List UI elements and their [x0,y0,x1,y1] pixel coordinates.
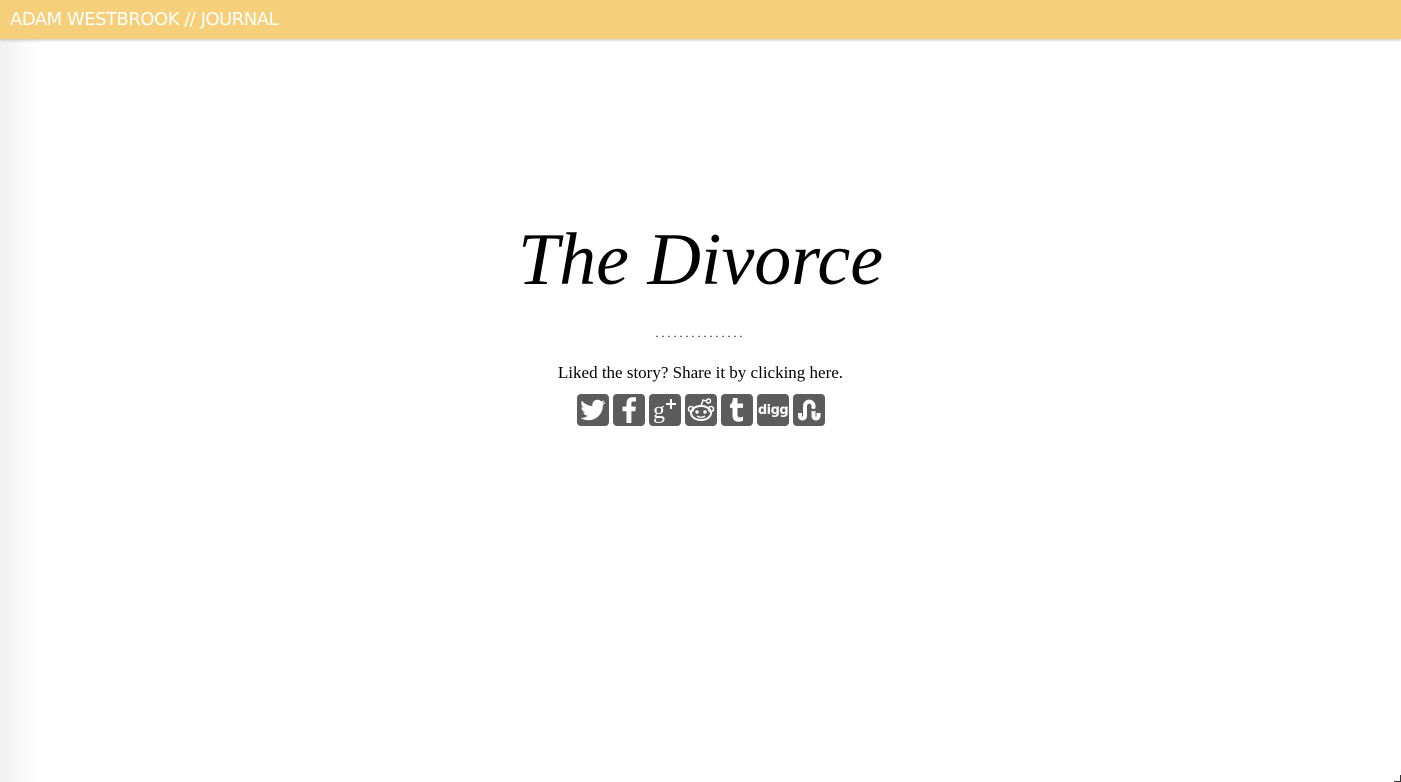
page-left-shadow [0,0,40,782]
share-prompt-text: Liked the story? Share it by [557,363,751,382]
svg-text:g: g [653,398,665,424]
share-link[interactable]: clicking here. [751,363,844,382]
google-plus-icon[interactable]: g [649,394,681,426]
resize-corner [1394,775,1401,782]
facebook-icon[interactable] [613,394,645,426]
share-prompt: Liked the story? Share it by clicking he… [0,362,1401,384]
share-icons: g digg [577,394,825,426]
site-brand-link[interactable]: ADAM WESTBROOK // JOURNAL [10,9,279,31]
reddit-icon[interactable] [685,394,717,426]
digg-icon-label: digg [757,402,789,418]
stumbleupon-icon[interactable] [793,394,825,426]
tumblr-icon[interactable] [721,394,753,426]
section-divider: ............... [655,326,746,340]
twitter-icon[interactable] [577,394,609,426]
top-bar: ADAM WESTBROOK // JOURNAL [0,0,1401,39]
story-title: The Divorce [517,219,884,301]
digg-icon[interactable]: digg [757,394,789,426]
